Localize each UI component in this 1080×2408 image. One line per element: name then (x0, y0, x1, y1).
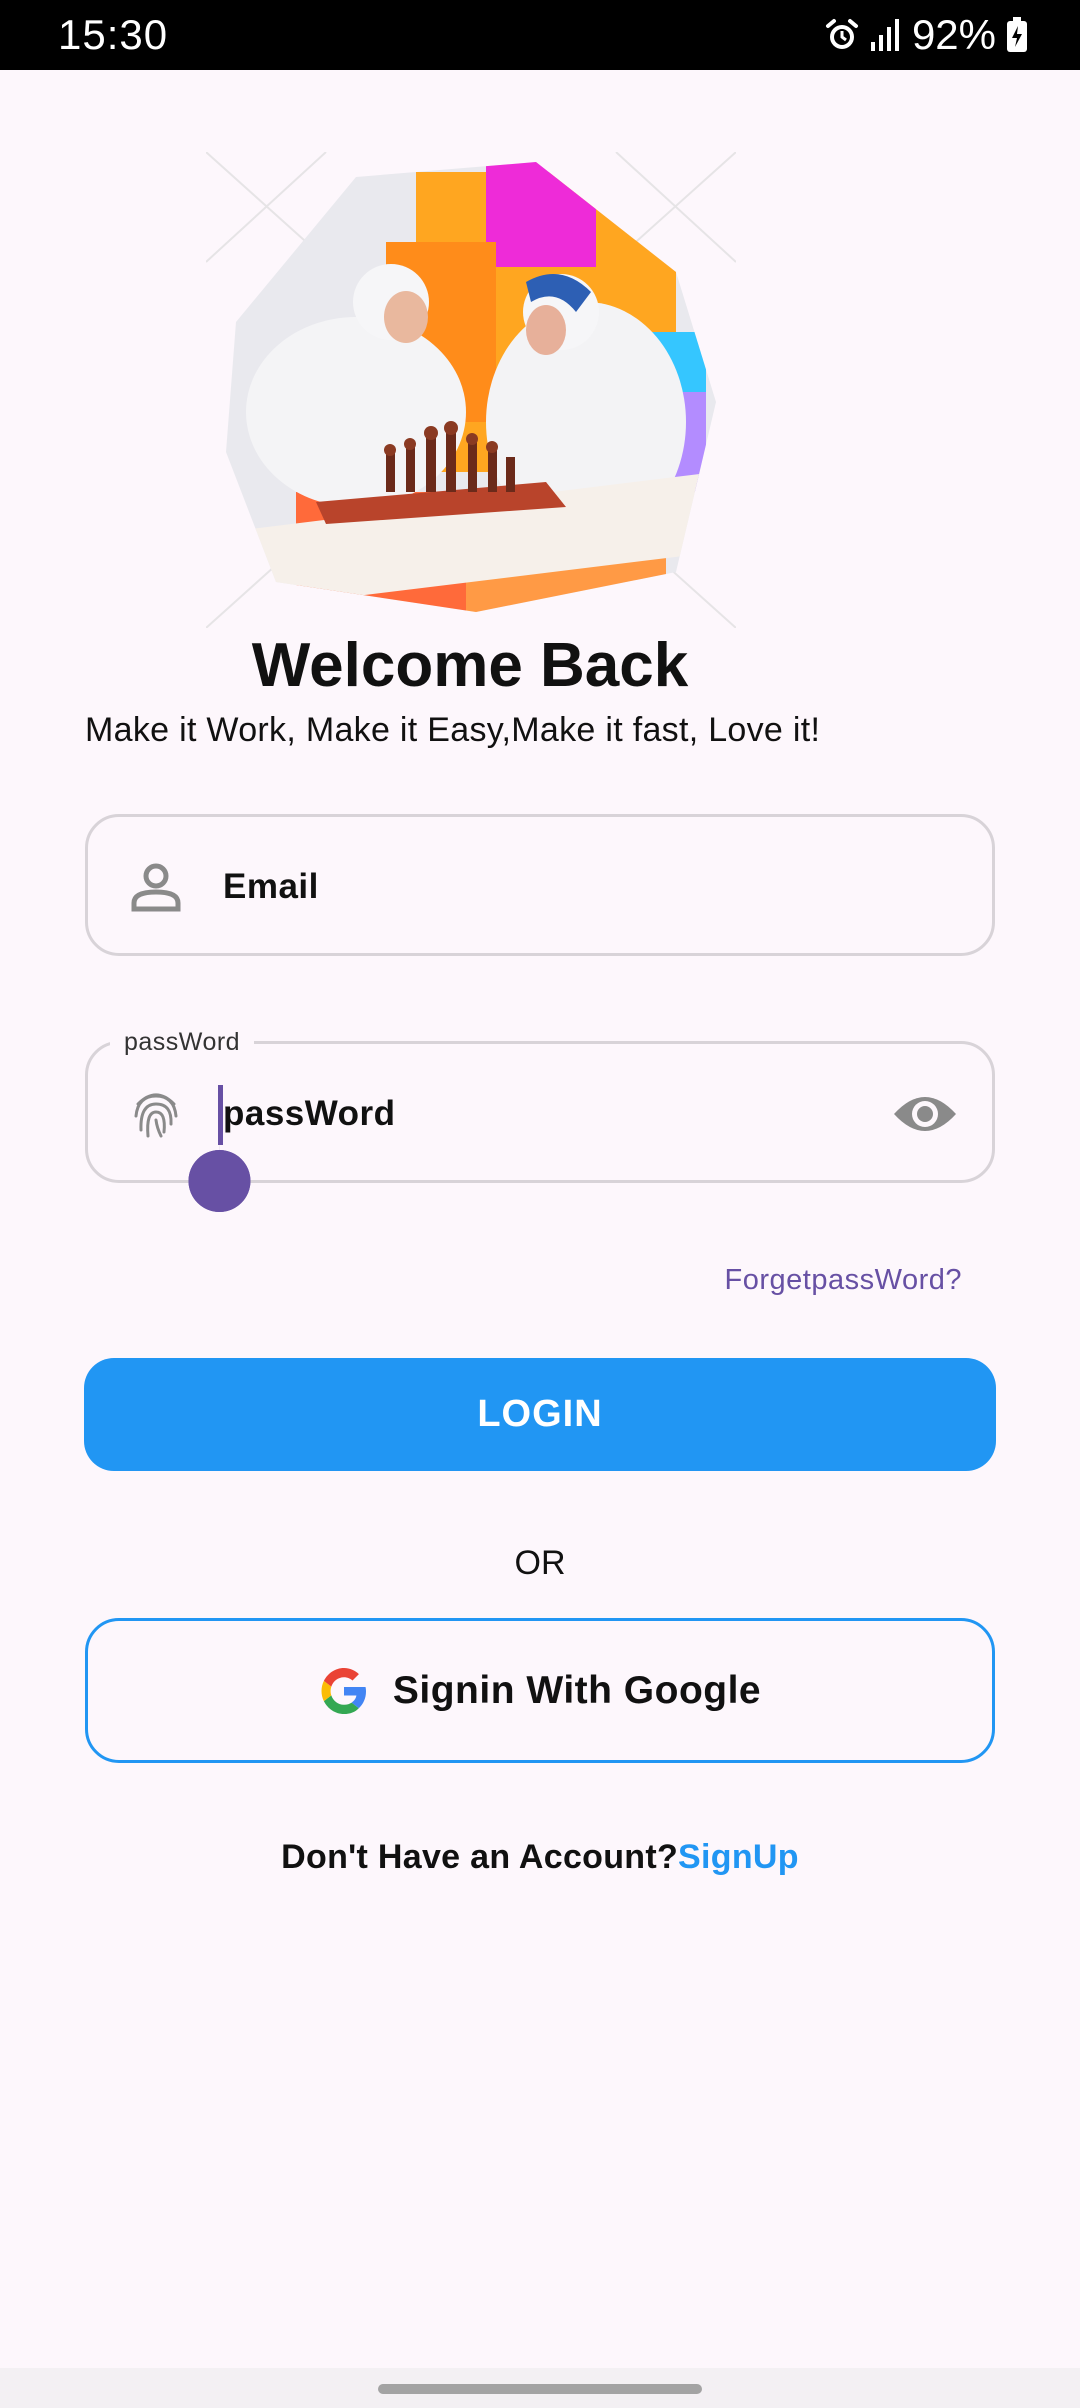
page-title: Welcome Back (251, 631, 689, 700)
password-input[interactable]: passWord (223, 1088, 396, 1140)
status-icons: 92% (824, 10, 1028, 60)
home-gesture-handle[interactable] (378, 2384, 702, 2394)
eye-icon[interactable] (892, 1086, 958, 1142)
navigation-bar (0, 2368, 1080, 2408)
battery-percent: 92% (911, 11, 996, 58)
forgot-password-link[interactable]: ForgetpassWord? (725, 1258, 962, 1302)
signal-icon (870, 18, 902, 52)
alarm-icon (824, 17, 860, 53)
signup-link[interactable]: SignUp (678, 1838, 799, 1876)
email-placeholder: Email (223, 867, 319, 906)
login-screen: 15:30 92% Welcome Back Make it Work, Mak… (0, 0, 1080, 2408)
or-divider: OR (514, 1544, 566, 1582)
signup-prompt: Don't Have an Account? (281, 1838, 679, 1876)
person-icon (128, 859, 184, 915)
status-time: 15:30 (58, 11, 169, 58)
signup-row: Don't Have an Account?SignUp (0, 1832, 1080, 1882)
password-legend: passWord (110, 1022, 255, 1062)
login-button[interactable]: LOGIN (84, 1358, 996, 1471)
battery-charging-icon (1006, 17, 1028, 53)
email-field[interactable]: Email (85, 814, 995, 956)
google-button-label: Signin With Google (392, 1668, 762, 1712)
hero-image (205, 151, 737, 629)
page-subtitle: Make it Work, Make it Easy,Make it fast,… (85, 711, 821, 749)
google-icon (319, 1666, 369, 1716)
fingerprint-icon (128, 1086, 184, 1142)
cursor-handle[interactable] (188, 1135, 251, 1213)
status-bar: 15:30 92% (0, 0, 1080, 70)
google-signin-button[interactable]: Signin With Google (85, 1618, 995, 1763)
